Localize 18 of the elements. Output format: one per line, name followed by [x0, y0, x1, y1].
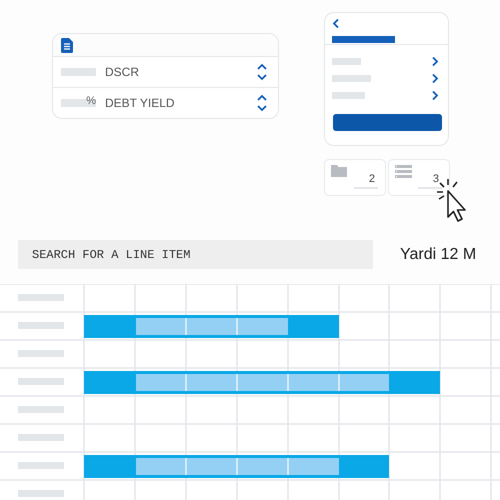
chevron-right-icon[interactable]: [431, 90, 439, 101]
chevron-right-icon[interactable]: [431, 56, 439, 67]
count-label: 2: [368, 173, 375, 185]
folder-icon: [331, 165, 347, 177]
count-label: 3: [432, 173, 439, 185]
field-label: DEBT YIELD: [105, 96, 176, 110]
title-bar: [332, 36, 395, 43]
source-label: Yardi 12 M: [400, 246, 476, 264]
chevron-right-icon[interactable]: [431, 73, 439, 84]
back-chevron-icon[interactable]: [332, 18, 340, 29]
document-icon: [61, 38, 73, 52]
up-down-chevron-icon[interactable]: [256, 94, 268, 112]
field-label: DSCR: [105, 65, 140, 79]
list-icon: [395, 165, 412, 178]
up-down-chevron-icon[interactable]: [256, 63, 268, 81]
value-field[interactable]: [61, 68, 96, 76]
unit-label: %: [86, 96, 96, 107]
search-field[interactable]: SEARCH FOR A LINE ITEM: [18, 240, 373, 269]
